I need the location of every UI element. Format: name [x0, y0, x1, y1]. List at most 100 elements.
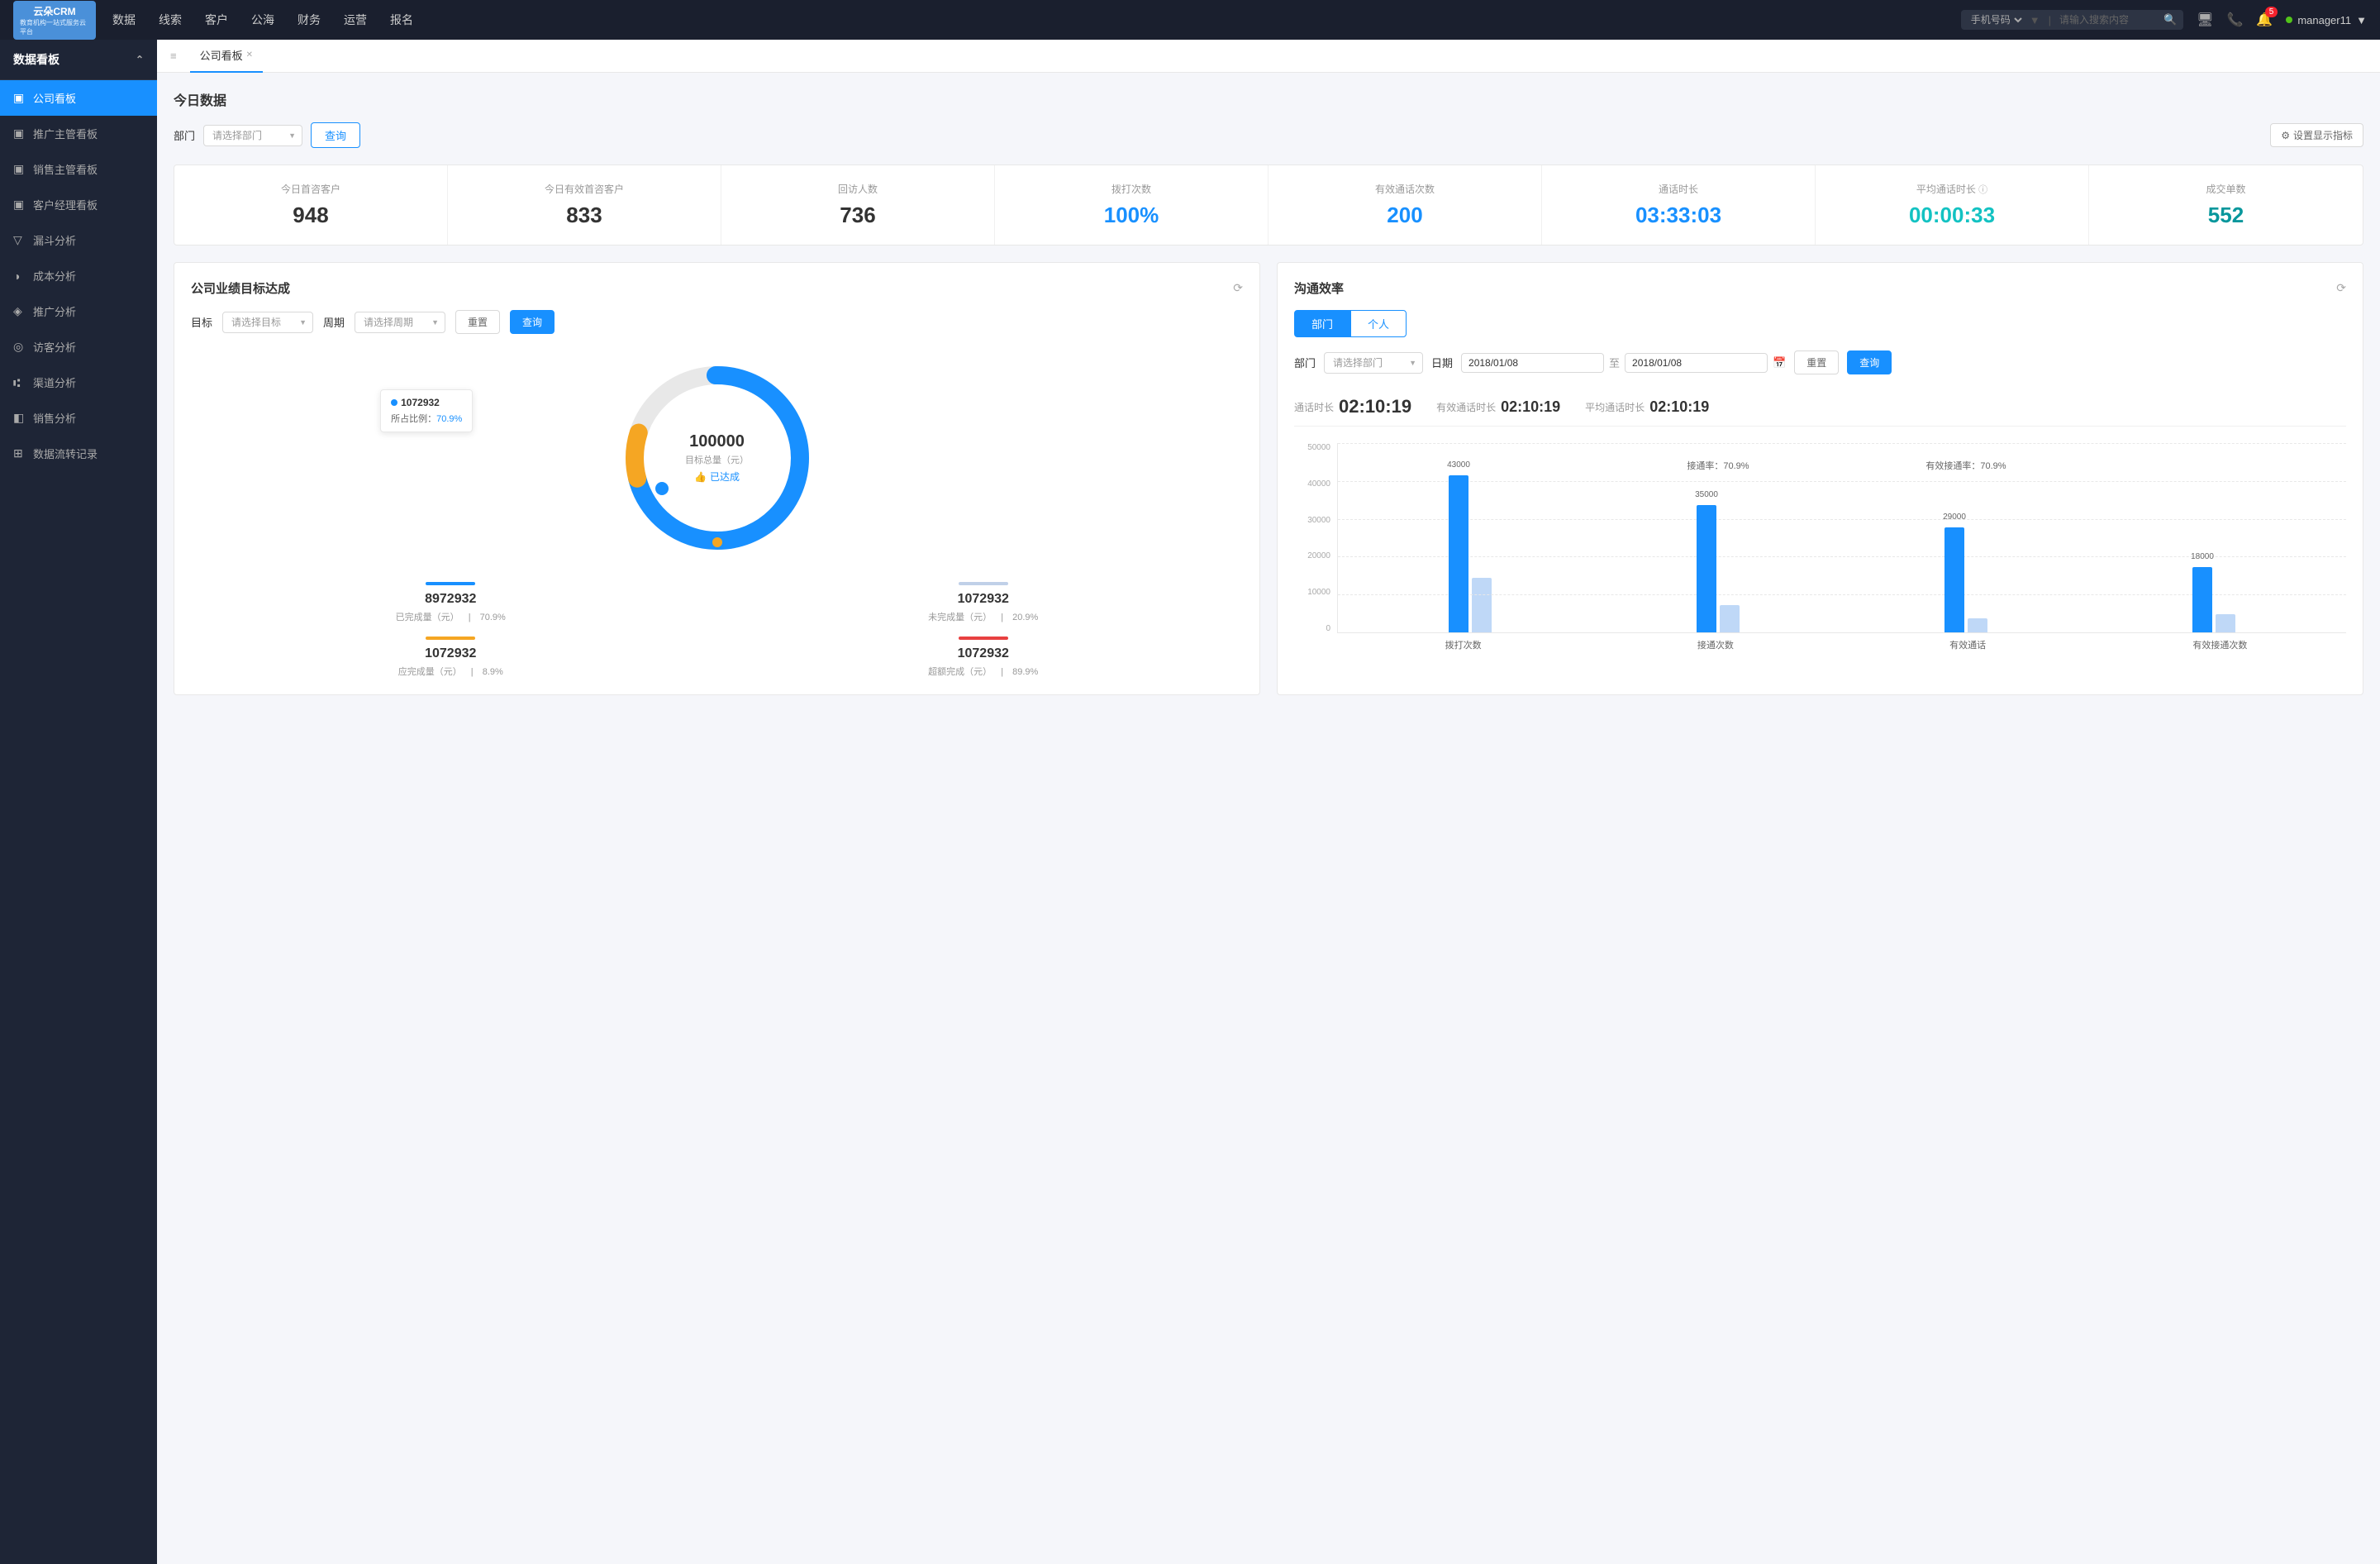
nav-operations[interactable]: 运营 [344, 8, 367, 31]
stat-value-6: 00:00:33 [1829, 203, 2075, 228]
goal-stat-bar-2 [426, 637, 475, 640]
username-label: manager11 [2297, 14, 2351, 26]
x-labels: 拨打次数 接通次数 有效通话 有效接通次数 [1337, 633, 2346, 658]
date-from-input[interactable] [1461, 353, 1604, 373]
sidebar-item-label: 推广主管看板 [33, 126, 98, 141]
app-logo: 云朵CRM 教育机构一站式服务云平台 [13, 1, 96, 40]
tab-close-icon[interactable]: ✕ [246, 50, 253, 60]
bar-group-0: 43000 [1346, 451, 1594, 632]
y-label-10000: 10000 [1294, 588, 1335, 597]
stats-row: 今日首咨客户 948 今日有效首咨客户 833 回访人数 736 拨打次数 10… [174, 165, 2363, 246]
sidebar-item-visitor[interactable]: ◎ 访客分析 [0, 329, 157, 365]
sidebar-item-funnel[interactable]: ▽ 漏斗分析 [0, 222, 157, 258]
goal-panel-header: 公司业绩目标达成 ⟳ [191, 279, 1243, 297]
bar-pair-3: 18000 [2192, 451, 2235, 632]
goal-stat-bar-1 [959, 582, 1008, 585]
search-input[interactable] [2059, 14, 2159, 26]
sidebar-item-label: 数据流转记录 [33, 446, 98, 461]
call-duration-label: 通话时长 [1294, 400, 1334, 414]
goal-stat-3: 1072932 超额完成（元） | 89.9% [724, 637, 1244, 678]
dept-select[interactable]: 请选择部门 [203, 125, 302, 146]
user-dropdown-icon[interactable]: ▼ [2356, 14, 2367, 26]
tab-menu-icon[interactable]: ≡ [170, 50, 177, 62]
nav-customers[interactable]: 客户 [205, 8, 228, 31]
page-body: 今日数据 部门 请选择部门 查询 ⚙ 设置显示指标 [157, 73, 2380, 712]
eff-query-button[interactable]: 查询 [1847, 350, 1892, 374]
sidebar-item-label: 漏斗分析 [33, 232, 76, 248]
sidebar-item-sales-analysis[interactable]: ◧ 销售分析 [0, 400, 157, 436]
bar-3-1 [2216, 614, 2235, 632]
sales-analysis-icon: ◧ [13, 411, 26, 425]
tooltip-value: 1072932 [401, 397, 440, 408]
eff-tab-individual[interactable]: 个人 [1350, 310, 1407, 337]
bar-value-0-0: 43000 [1447, 460, 1470, 470]
phone-icon[interactable]: 📞 [2226, 12, 2243, 28]
goal-stat-1: 1072932 未完成量（元） | 20.9% [724, 582, 1244, 623]
user-menu[interactable]: manager11 ▼ [2286, 14, 2367, 26]
nav-public-sea[interactable]: 公海 [251, 8, 274, 31]
bar-1-0 [1697, 505, 1716, 632]
call-stats: 通话时长 02:10:19 有效通话时长 02:10:19 平均通话时长 02:… [1294, 388, 2346, 427]
eff-reset-button[interactable]: 重置 [1794, 350, 1839, 374]
sidebar-item-data-flow[interactable]: ⊞ 数据流转记录 [0, 436, 157, 471]
sidebar-item-sales-board[interactable]: ▣ 销售主管看板 [0, 151, 157, 187]
stat-value-4: 200 [1282, 203, 1528, 228]
date-to-input[interactable] [1625, 353, 1768, 373]
dept-select-wrapper: 请选择部门 [203, 125, 302, 146]
sidebar-item-company-board[interactable]: ▣ 公司看板 [0, 80, 157, 116]
nav-signup[interactable]: 报名 [390, 8, 413, 31]
sidebar-collapse-icon[interactable]: ⌃ [136, 54, 144, 65]
bar-group-1: 接通率：70.9% 35000 [1594, 459, 1842, 632]
search-filter-select[interactable]: 手机号码 [1968, 13, 2025, 26]
data-flow-icon: ⊞ [13, 446, 26, 460]
bar-group-2: 有效接通率：70.9% 29000 [1842, 459, 2090, 632]
stat-label-4: 有效通话次数 [1282, 182, 1528, 196]
sidebar-item-cost[interactable]: ◑ 成本分析 [0, 258, 157, 293]
nav-leads[interactable]: 线索 [159, 8, 182, 31]
goal-period-select-wrapper: 请选择周期 [355, 312, 445, 333]
stat-label-3: 拨打次数 [1008, 182, 1254, 196]
goal-stat-desc-1: 未完成量（元） | 20.9% [724, 610, 1244, 623]
bar-3-0 [2192, 567, 2212, 632]
tab-company-board[interactable]: 公司看板 ✕ [190, 40, 263, 73]
bar-wrapper-1-0: 35000 [1697, 505, 1716, 632]
sidebar-item-promotion-analysis[interactable]: ◈ 推广分析 [0, 293, 157, 329]
bar-2-0 [1944, 527, 1964, 632]
sidebar-item-channel[interactable]: ⑆ 渠道分析 [0, 365, 157, 400]
sidebar-item-promotion-board[interactable]: ▣ 推广主管看板 [0, 116, 157, 151]
sidebar-item-label: 访客分析 [33, 339, 76, 355]
online-indicator [2286, 17, 2292, 23]
efficiency-panel: 沟通效率 ⟳ 部门 个人 部门 请选择部门 [1277, 262, 2363, 695]
sidebar-item-label: 公司看板 [33, 90, 76, 106]
nav-finance[interactable]: 财务 [298, 8, 321, 31]
monitor-icon[interactable]: 🖥 [2197, 12, 2213, 28]
today-query-button[interactable]: 查询 [311, 122, 360, 148]
call-stat-effective: 有效通话时长 02:10:19 [1436, 398, 1560, 416]
eff-refresh-icon[interactable]: ⟳ [2336, 281, 2346, 295]
goal-query-button[interactable]: 查询 [510, 310, 555, 334]
rate-label-text-2: 有效接通率：70.9% [1925, 461, 2006, 471]
goal-reset-button[interactable]: 重置 [455, 310, 500, 334]
goal-period-select[interactable]: 请选择周期 [355, 312, 445, 333]
eff-panel-header: 沟通效率 ⟳ [1294, 279, 2346, 297]
x-label-1: 接通次数 [1589, 633, 1841, 658]
eff-dept-select[interactable]: 请选择部门 [1324, 352, 1423, 374]
notification-icon[interactable]: 🔔 5 [2256, 12, 2273, 28]
sidebar-item-label: 销售分析 [33, 410, 76, 426]
sidebar-item-label: 销售主管看板 [33, 161, 98, 177]
y-axis: 50000 40000 30000 20000 10000 0 [1294, 443, 1335, 633]
bar-group-3: 18000 [2090, 451, 2338, 632]
stat-label-1: 今日有效首咨客户 [461, 182, 707, 196]
goal-refresh-icon[interactable]: ⟳ [1233, 281, 1243, 295]
stat-value-0: 948 [188, 203, 434, 228]
search-icon[interactable]: 🔍 [2163, 13, 2177, 26]
calendar-icon[interactable]: 📅 [1773, 356, 1786, 370]
stat-avg-call-duration: 平均通话时长 ⓘ 00:00:33 [1816, 165, 2089, 245]
settings-button[interactable]: ⚙ 设置显示指标 [2270, 123, 2363, 147]
goal-target-select[interactable]: 请选择目标 [222, 312, 313, 333]
eff-panel-title: 沟通效率 [1294, 279, 1344, 297]
nav-data[interactable]: 数据 [112, 8, 136, 31]
sidebar-item-customer-board[interactable]: ▣ 客户经理看板 [0, 187, 157, 222]
eff-tab-dept[interactable]: 部门 [1294, 310, 1350, 337]
donut-center-label: 目标总量（元） [685, 453, 749, 466]
